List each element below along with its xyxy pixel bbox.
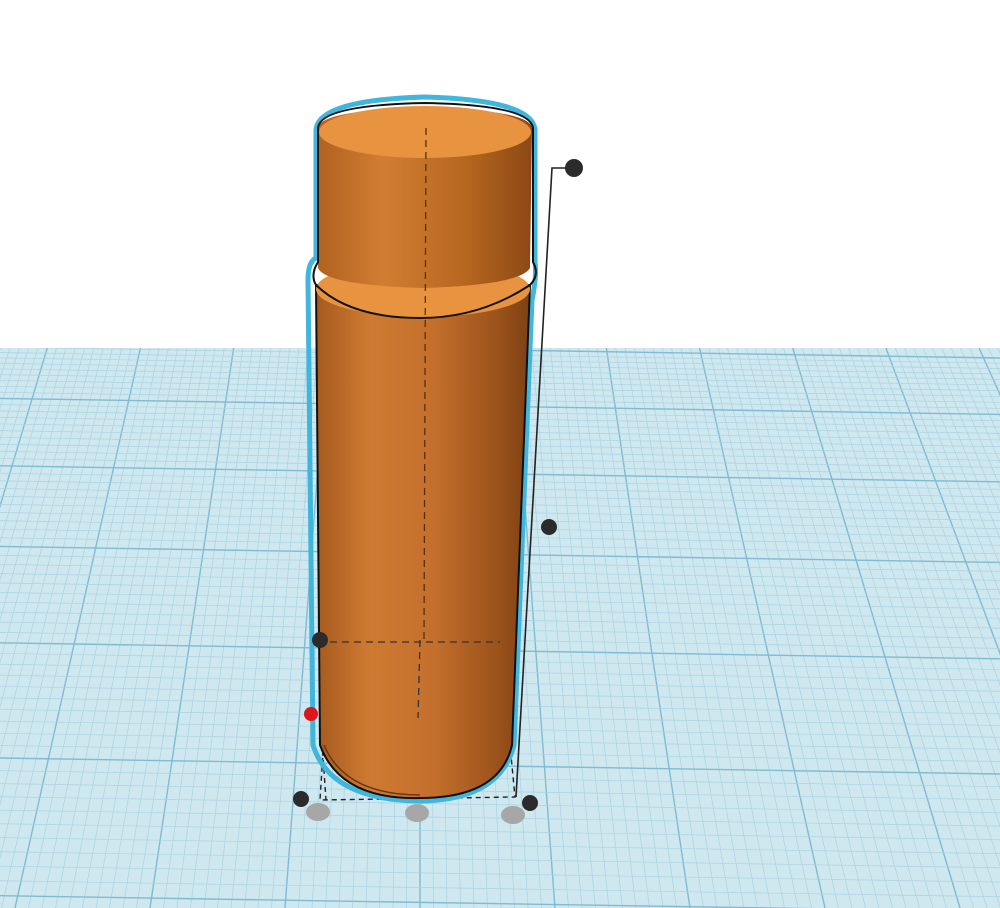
height-handle[interactable] <box>565 159 583 177</box>
edge-handle-right[interactable] <box>501 806 525 824</box>
3d-viewport[interactable]: Arbeitsebene <box>0 0 1000 908</box>
edge-handle-center[interactable] <box>405 804 429 822</box>
edge-handle-left[interactable] <box>306 803 330 821</box>
workplane-watermark: Arbeitsebene <box>609 149 984 286</box>
cylinder-body <box>314 284 532 800</box>
corner-handle-front-right[interactable] <box>522 795 538 811</box>
cylinder-shape[interactable] <box>312 101 537 800</box>
side-height-handle[interactable] <box>541 519 557 535</box>
cap-top-face <box>319 106 531 158</box>
lift-handle[interactable] <box>312 632 328 648</box>
scene-canvas[interactable]: Arbeitsebene <box>0 0 1000 908</box>
corner-handle-front-left[interactable] <box>293 791 309 807</box>
origin-handle[interactable] <box>304 707 318 721</box>
